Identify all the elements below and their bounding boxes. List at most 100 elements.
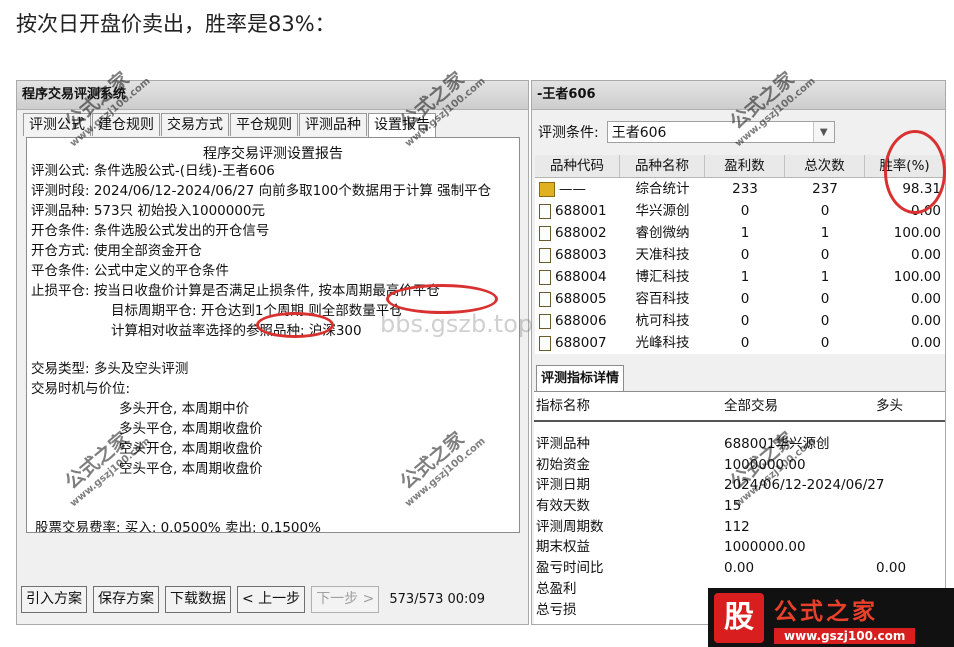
row-rate: 0.00	[910, 247, 941, 263]
table-row[interactable]: 688004 博汇科技 1 1 100.00	[535, 266, 945, 288]
table-row[interactable]: 688007 光峰科技 0 0 0.00	[535, 332, 945, 354]
row-name: 博汇科技	[635, 269, 690, 285]
condition-value: 王者606	[611, 125, 667, 141]
detail-row: 评测品种 688001华兴源创	[534, 434, 945, 455]
tab-instruments[interactable]: 评测品种	[299, 113, 367, 136]
col-name[interactable]: 品种名称	[620, 155, 705, 177]
metric-long	[876, 496, 945, 517]
row-wins: 1	[740, 269, 750, 285]
table-row[interactable]: 688006 杭可科技 0 0 0.00	[535, 310, 945, 332]
row-name: 杭可科技	[635, 313, 690, 329]
report-line: 开仓条件: 条件选股公式发出的开仓信号	[31, 223, 270, 239]
metric-name: 期末权益	[536, 539, 590, 556]
tab-close-rules[interactable]: 平仓规则	[230, 113, 298, 136]
metric-name: 初始资金	[536, 456, 590, 473]
import-plan-button[interactable]: 引入方案	[21, 586, 87, 613]
table-row[interactable]: 688005 容百科技 0 0 0.00	[535, 288, 945, 310]
metric-all: 15	[724, 498, 742, 515]
table-row-summary[interactable]: —— 综合统计 233 237 98.31	[535, 178, 945, 200]
next-step-button[interactable]: 下一步 >	[311, 586, 380, 613]
condition-select[interactable]: 王者606 ▼	[606, 121, 835, 143]
row-total: 0	[820, 203, 830, 219]
tab-report[interactable]: 设置报告	[368, 113, 436, 138]
document-icon	[539, 203, 551, 219]
metric-all: 1000000.00	[724, 539, 806, 556]
row-code: ——	[559, 181, 586, 197]
report-line: 评测公式: 条件选股公式-(日线)-王者606	[31, 163, 275, 179]
row-total: 0	[820, 247, 830, 263]
document-icon	[539, 291, 551, 307]
tab-trade-mode[interactable]: 交易方式	[161, 113, 229, 136]
metric-long	[876, 475, 945, 496]
metric-long	[876, 537, 945, 558]
row-code: 688005	[555, 291, 607, 307]
col-code[interactable]: 品种代码	[535, 155, 620, 177]
row-wins: 0	[740, 203, 750, 219]
metric-long	[876, 434, 945, 455]
chevron-down-icon[interactable]: ▼	[812, 122, 834, 142]
metric-name: 评测品种	[536, 436, 590, 452]
report-line: 评测时段: 2024/06/12-2024/06/27 向前多取100个数据用于…	[31, 183, 492, 199]
metric-all: 0.00	[724, 560, 755, 577]
brand-logo: 股 公式之家 www.gszj100.com	[708, 588, 954, 647]
tab-open-rules[interactable]: 建仓规则	[92, 113, 160, 136]
row-rate: 0.00	[910, 291, 941, 307]
row-rate: 100.00	[893, 225, 941, 241]
metric-long	[876, 517, 945, 538]
table-row[interactable]: 688003 天准科技 0 0 0.00	[535, 244, 945, 266]
save-plan-button[interactable]: 保存方案	[93, 586, 159, 613]
condition-filter: 评测条件: 王者606 ▼	[538, 121, 835, 143]
row-rate: 100.00	[893, 269, 941, 285]
row-total: 0	[820, 291, 830, 307]
report-line: 评测品种: 573只 初始投入1000000元	[31, 203, 266, 219]
logo-url: www.gszj100.com	[774, 627, 916, 644]
download-data-button[interactable]: 下载数据	[165, 586, 231, 613]
detail-col-name: 指标名称	[536, 398, 590, 414]
metric-name: 盈亏时间比	[536, 560, 604, 577]
wizard-buttons: 引入方案 保存方案 下载数据 < 上一步 下一步 > 573/573 00:09	[21, 586, 485, 613]
table-row[interactable]: 688002 睿创微纳 1 1 100.00	[535, 222, 945, 244]
filter-label: 评测条件:	[538, 125, 599, 141]
col-total[interactable]: 总次数	[785, 155, 865, 177]
row-total: 1	[820, 225, 830, 241]
evaluation-settings-window: 程序交易评测系统 评测公式 建仓规则 交易方式 平仓规则 评测品种 设置报告 程…	[16, 80, 529, 625]
document-icon	[539, 225, 551, 241]
trade-timing-line: 交易时机与价位:	[31, 381, 131, 397]
row-code: 688007	[555, 335, 607, 351]
detail-row: 评测日期 2024/06/12-2024/06/27	[534, 475, 945, 496]
table-row[interactable]: 688001 华兴源创 0 0 0.00	[535, 200, 945, 222]
tab-formula[interactable]: 评测公式	[23, 113, 91, 136]
window-title: 程序交易评测系统	[17, 81, 528, 110]
detail-row: 盈亏时间比 0.00 0.00	[534, 558, 945, 579]
evaluation-result-window: -王者606 评测条件: 王者606 ▼ 品种代码 品种名称 盈利数 总次数 胜…	[531, 80, 946, 625]
row-name: 天准科技	[635, 247, 690, 263]
prev-step-button[interactable]: < 上一步	[237, 586, 306, 613]
metric-name: 总盈利	[536, 580, 577, 597]
row-code: 688006	[555, 313, 607, 329]
document-icon	[539, 335, 551, 351]
row-code: 688004	[555, 269, 607, 285]
logo-seal: 股	[714, 592, 764, 643]
detail-col-long: 多头	[876, 398, 903, 414]
row-wins: 0	[740, 247, 750, 263]
document-icon	[539, 247, 551, 263]
detail-row: 评测周期数 112	[534, 517, 945, 538]
row-name: 容百科技	[635, 291, 690, 307]
progress-text: 573/573 00:09	[389, 592, 485, 607]
col-wins[interactable]: 盈利数	[705, 155, 785, 177]
highlight-oval-target	[256, 312, 334, 338]
tab-metric-details[interactable]: 评测指标详情	[536, 365, 625, 392]
document-icon	[539, 313, 551, 329]
metric-name: 总亏损	[536, 601, 577, 618]
row-wins: 1	[740, 225, 750, 241]
document-icon	[539, 269, 551, 285]
result-table: 品种代码 品种名称 盈利数 总次数 胜率(%) —— 综合统计 233 237 …	[535, 155, 945, 354]
row-name: 光峰科技	[635, 335, 690, 351]
row-wins: 233	[732, 181, 758, 197]
trade-rule: 空头开仓, 本周期收盘价	[119, 441, 263, 457]
settings-tabs: 评测公式 建仓规则 交易方式 平仓规则 评测品种 设置报告	[23, 113, 437, 138]
row-wins: 0	[740, 313, 750, 329]
row-rate: 0.00	[910, 335, 941, 351]
trade-rule: 空头平仓, 本周期收盘价	[119, 461, 263, 477]
metric-all: 112	[724, 518, 750, 535]
